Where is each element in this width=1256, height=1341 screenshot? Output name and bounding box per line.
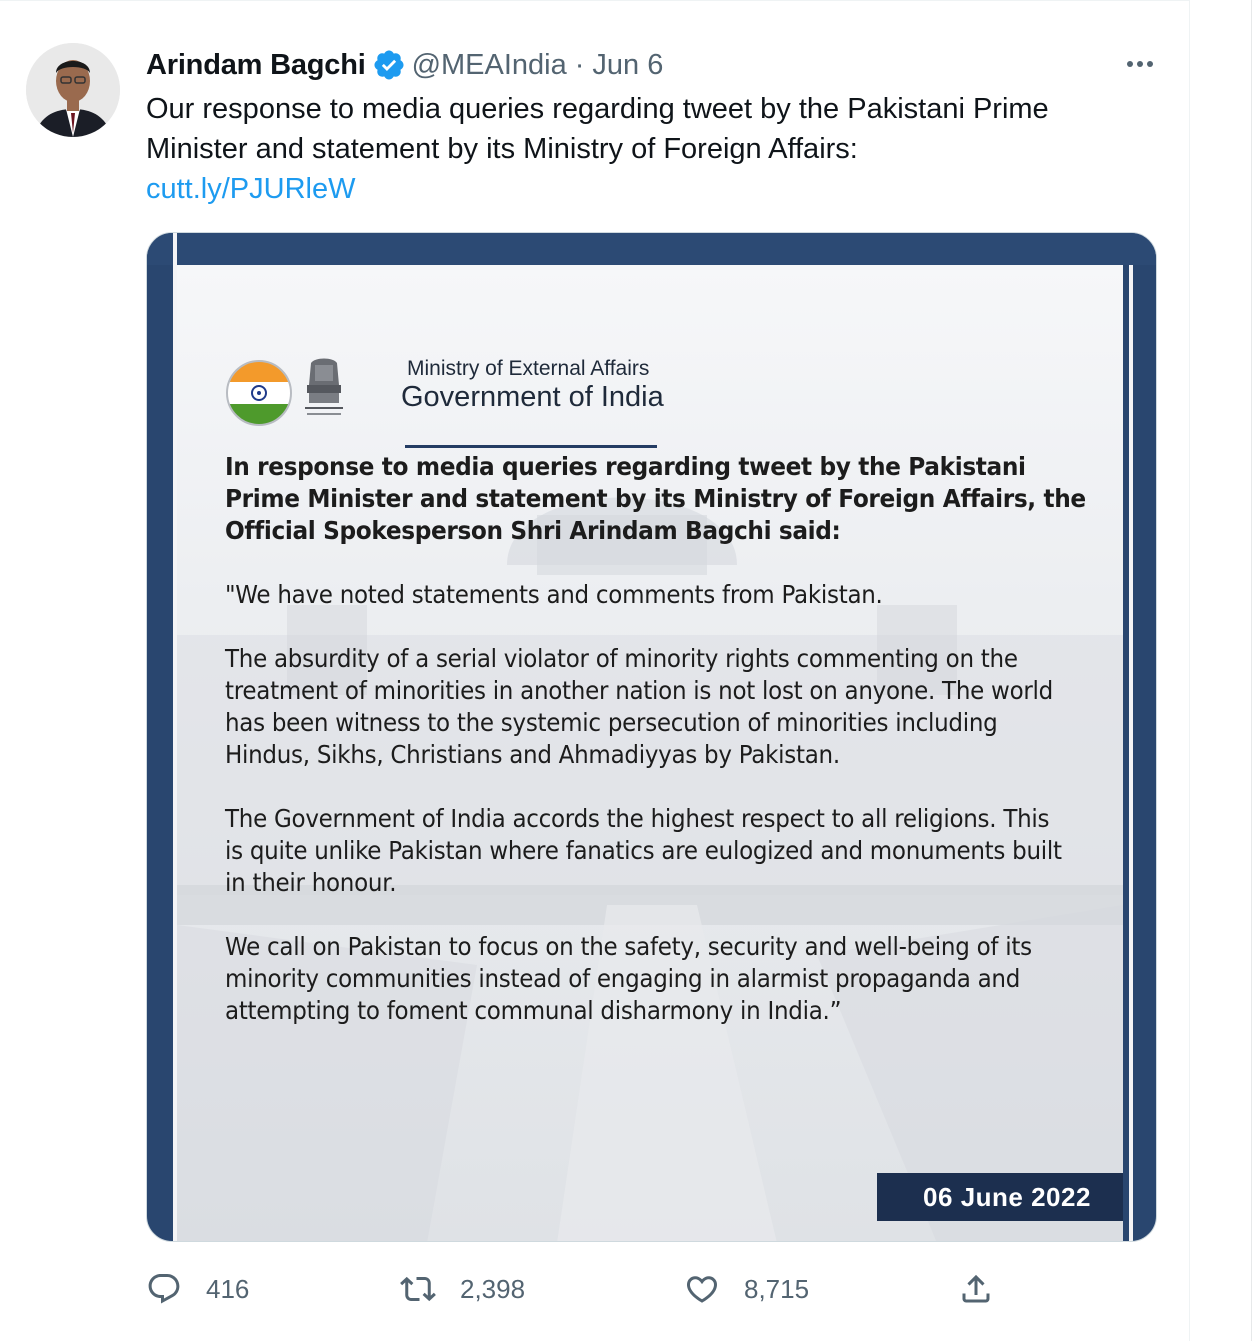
frame-top-band [147, 233, 1156, 265]
org-underline [405, 445, 657, 448]
statement-paragraph-4: We call on Pakistan to focus on the safe… [225, 932, 1032, 1025]
statement-card: Ministry of External Affairs Government … [177, 265, 1123, 1241]
avatar[interactable] [26, 43, 120, 137]
sidebar-edge [1191, 0, 1256, 1341]
statement-lead: In response to media queries regarding t… [225, 452, 1086, 545]
statement-paragraph-2: The absurdity of a serial violator of mi… [225, 644, 1053, 769]
india-flag-icon [226, 360, 292, 426]
tweet-media-image[interactable]: Ministry of External Affairs Government … [146, 232, 1157, 1242]
separator-dot: · [574, 48, 585, 81]
reply-button[interactable]: 416 [146, 1265, 249, 1313]
tweet-text: Our response to media queries regarding … [146, 89, 1146, 209]
mea-logo: Ministry of External Affairs Government … [225, 325, 664, 448]
statement-text: In response to media queries regarding t… [225, 451, 1105, 1027]
frame-right-rule [1129, 265, 1133, 1241]
reply-count: 416 [206, 1273, 250, 1304]
statement-paragraph-3: The Government of India accords the high… [225, 804, 1062, 897]
like-button[interactable]: 8,715 [684, 1265, 809, 1313]
tweet-link[interactable]: cutt.ly/PJURleW [146, 169, 1146, 209]
tweet-article[interactable]: Arindam Bagchi @MEAIndia · Jun 6 Our res… [0, 0, 1190, 1341]
like-count: 8,715 [744, 1273, 810, 1304]
tweet-date[interactable]: Jun 6 [592, 49, 663, 82]
like-icon [686, 1276, 718, 1303]
tweet-header: Arindam Bagchi @MEAIndia · Jun 6 [146, 45, 663, 85]
tweet-actions: 416 2,398 8,715 [146, 1265, 1006, 1313]
avatar-photo [26, 43, 120, 137]
sidebar-divider [1251, 0, 1252, 1341]
reply-icon [148, 1274, 180, 1304]
author-name[interactable]: Arindam Bagchi [146, 49, 366, 82]
more-icon[interactable] [1118, 49, 1162, 79]
tweet-body: Our response to media queries regarding … [146, 93, 1049, 165]
retweet-count: 2,398 [460, 1273, 526, 1304]
statement-paragraph-1: "We have noted statements and comments f… [225, 580, 883, 609]
org-name-line2: Government of India [401, 381, 664, 413]
org-name-line1: Ministry of External Affairs [407, 357, 650, 380]
date-badge: 06 June 2022 [877, 1173, 1123, 1221]
retweet-button[interactable]: 2,398 [400, 1265, 525, 1313]
author-handle[interactable]: @MEAIndia [412, 49, 567, 82]
share-button[interactable] [958, 1265, 994, 1313]
verified-icon [372, 48, 406, 82]
share-icon [962, 1274, 990, 1303]
retweet-icon [400, 1276, 436, 1302]
national-emblem-icon [305, 358, 343, 415]
